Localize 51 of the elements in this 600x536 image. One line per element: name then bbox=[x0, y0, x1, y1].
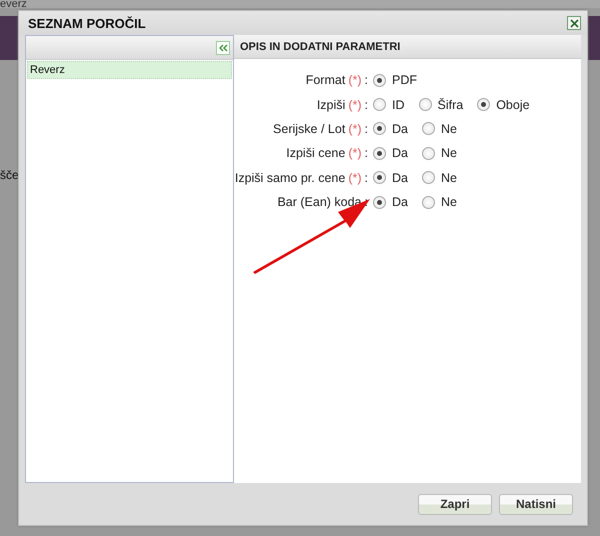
required-mark: (*) bbox=[348, 170, 362, 185]
panel-title: OPIS IN DODATNI PARAMETRI bbox=[240, 40, 400, 52]
separator: : bbox=[364, 98, 368, 112]
radio-button[interactable] bbox=[373, 122, 386, 136]
field-label: Izpiši bbox=[316, 98, 346, 112]
field-label: Format bbox=[306, 73, 346, 88]
radio-button[interactable] bbox=[422, 146, 435, 160]
close-button[interactable] bbox=[567, 16, 581, 30]
radio-button[interactable] bbox=[373, 196, 386, 209]
close-icon bbox=[570, 18, 578, 28]
required-mark: (*) bbox=[348, 146, 362, 160]
radio-button[interactable] bbox=[418, 98, 432, 112]
radio-button[interactable] bbox=[373, 98, 386, 112]
radio-button[interactable] bbox=[373, 171, 386, 184]
radio-option[interactable]: Šifra bbox=[418, 98, 464, 112]
radio-option[interactable]: Da bbox=[373, 170, 408, 185]
radio-option[interactable]: Da bbox=[373, 122, 408, 136]
report-item[interactable]: Reverz bbox=[27, 61, 232, 79]
separator: : bbox=[364, 122, 368, 136]
field-label: Izpiši cene bbox=[286, 146, 346, 160]
required-mark: (*) bbox=[348, 98, 362, 112]
separator: : bbox=[364, 73, 368, 88]
required-mark: (*) bbox=[348, 122, 362, 136]
field-label: Izpiši samo pr. cene bbox=[234, 170, 346, 185]
radio-button[interactable] bbox=[422, 196, 435, 209]
radio-option[interactable]: Ne bbox=[422, 195, 457, 210]
radio-option[interactable]: Ne bbox=[422, 122, 457, 136]
radio-option[interactable]: Ne bbox=[422, 146, 457, 160]
dialog-title: SEZNAM POROČIL bbox=[28, 16, 146, 30]
dialog-button[interactable]: Natisni bbox=[499, 494, 573, 514]
separator: : bbox=[364, 146, 368, 160]
double-chevron-icon bbox=[218, 44, 228, 52]
radio-option[interactable]: Da bbox=[373, 146, 408, 160]
separator: : bbox=[364, 195, 368, 210]
collapse-button[interactable] bbox=[216, 40, 230, 54]
radio-option[interactable]: ID bbox=[373, 98, 404, 112]
separator: : bbox=[364, 170, 368, 185]
radio-option[interactable]: Ne bbox=[422, 170, 457, 185]
radio-button[interactable] bbox=[422, 171, 435, 184]
header-text: everz bbox=[0, 0, 27, 10]
radio-button[interactable] bbox=[422, 122, 435, 136]
page-text: šče bbox=[0, 168, 19, 182]
radio-button[interactable] bbox=[477, 98, 490, 112]
radio-option[interactable]: Da bbox=[373, 195, 408, 210]
radio-option[interactable]: Oboje bbox=[477, 98, 530, 112]
field-label: Serijske / Lot bbox=[273, 122, 346, 136]
required-mark: (*) bbox=[348, 73, 362, 88]
radio-button[interactable] bbox=[373, 146, 386, 160]
radio-option[interactable]: PDF bbox=[373, 73, 417, 88]
radio-button[interactable] bbox=[373, 74, 386, 87]
dialog-button[interactable]: Zapri bbox=[418, 494, 492, 514]
